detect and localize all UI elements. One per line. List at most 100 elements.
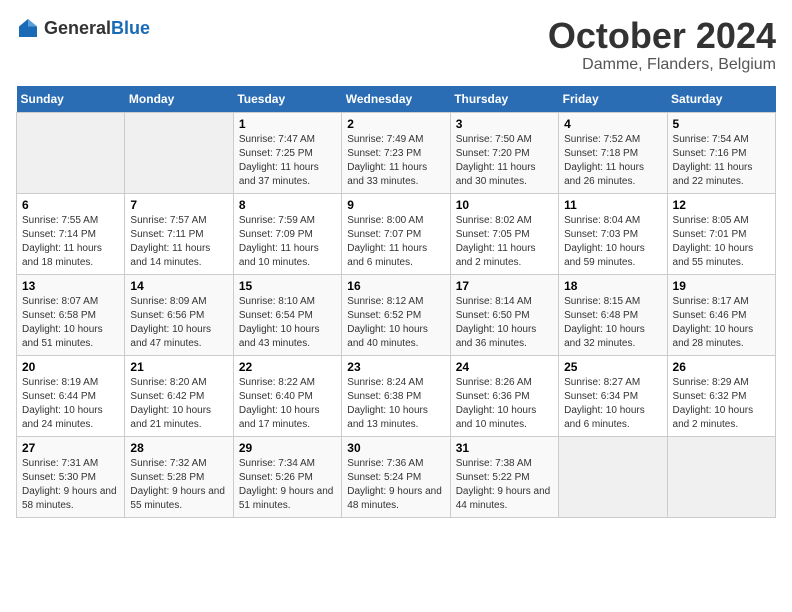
daylight-label: Daylight: 10 hours and 21 minutes. — [130, 405, 211, 430]
sunrise-label: Sunrise: 8:00 AM — [347, 215, 423, 226]
day-number: 5 — [673, 117, 770, 131]
sunrise-label: Sunrise: 8:12 AM — [347, 296, 423, 307]
day-info: Sunrise: 7:36 AM Sunset: 5:24 PM Dayligh… — [347, 457, 444, 513]
calendar-cell: 20 Sunrise: 8:19 AM Sunset: 6:44 PM Dayl… — [17, 355, 125, 436]
sunset-label: Sunset: 5:28 PM — [130, 472, 204, 483]
day-info: Sunrise: 7:55 AM Sunset: 7:14 PM Dayligh… — [22, 214, 119, 270]
day-info: Sunrise: 8:00 AM Sunset: 7:07 PM Dayligh… — [347, 214, 444, 270]
sunrise-label: Sunrise: 8:22 AM — [239, 377, 315, 388]
day-number: 22 — [239, 360, 336, 374]
calendar-cell: 15 Sunrise: 8:10 AM Sunset: 6:54 PM Dayl… — [233, 274, 341, 355]
daylight-label: Daylight: 10 hours and 6 minutes. — [564, 405, 645, 430]
sunrise-label: Sunrise: 8:05 AM — [673, 215, 749, 226]
calendar-cell: 12 Sunrise: 8:05 AM Sunset: 7:01 PM Dayl… — [667, 193, 775, 274]
sunset-label: Sunset: 7:11 PM — [130, 229, 203, 240]
calendar-cell: 31 Sunrise: 7:38 AM Sunset: 5:22 PM Dayl… — [450, 436, 558, 517]
calendar-cell: 6 Sunrise: 7:55 AM Sunset: 7:14 PM Dayli… — [17, 193, 125, 274]
sunrise-label: Sunrise: 8:07 AM — [22, 296, 98, 307]
day-number: 9 — [347, 198, 444, 212]
daylight-label: Daylight: 10 hours and 36 minutes. — [456, 324, 537, 349]
day-info: Sunrise: 8:07 AM Sunset: 6:58 PM Dayligh… — [22, 295, 119, 351]
sunset-label: Sunset: 6:44 PM — [22, 391, 96, 402]
calendar-cell — [667, 436, 775, 517]
day-number: 4 — [564, 117, 661, 131]
day-number: 24 — [456, 360, 553, 374]
calendar-cell: 1 Sunrise: 7:47 AM Sunset: 7:25 PM Dayli… — [233, 112, 341, 193]
day-number: 30 — [347, 441, 444, 455]
daylight-label: Daylight: 9 hours and 58 minutes. — [22, 486, 117, 511]
calendar-cell: 3 Sunrise: 7:50 AM Sunset: 7:20 PM Dayli… — [450, 112, 558, 193]
daylight-label: Daylight: 10 hours and 28 minutes. — [673, 324, 754, 349]
calendar-cell: 26 Sunrise: 8:29 AM Sunset: 6:32 PM Dayl… — [667, 355, 775, 436]
sunset-label: Sunset: 5:24 PM — [347, 472, 421, 483]
calendar-cell: 11 Sunrise: 8:04 AM Sunset: 7:03 PM Dayl… — [559, 193, 667, 274]
daylight-label: Daylight: 11 hours and 33 minutes. — [347, 162, 427, 187]
day-info: Sunrise: 7:49 AM Sunset: 7:23 PM Dayligh… — [347, 133, 444, 189]
sunrise-label: Sunrise: 7:57 AM — [130, 215, 206, 226]
sunrise-label: Sunrise: 8:02 AM — [456, 215, 532, 226]
sunset-label: Sunset: 6:54 PM — [239, 310, 313, 321]
sunset-label: Sunset: 6:56 PM — [130, 310, 204, 321]
calendar-week-row: 1 Sunrise: 7:47 AM Sunset: 7:25 PM Dayli… — [17, 112, 776, 193]
day-info: Sunrise: 7:34 AM Sunset: 5:26 PM Dayligh… — [239, 457, 336, 513]
day-number: 20 — [22, 360, 119, 374]
calendar-cell: 29 Sunrise: 7:34 AM Sunset: 5:26 PM Dayl… — [233, 436, 341, 517]
day-number: 16 — [347, 279, 444, 293]
page-title: October 2024 — [548, 16, 776, 56]
sunrise-label: Sunrise: 7:49 AM — [347, 134, 423, 145]
daylight-label: Daylight: 10 hours and 10 minutes. — [456, 405, 537, 430]
weekday-header: Friday — [559, 86, 667, 113]
daylight-label: Daylight: 11 hours and 26 minutes. — [564, 162, 644, 187]
sunrise-label: Sunrise: 8:29 AM — [673, 377, 749, 388]
sunrise-label: Sunrise: 8:17 AM — [673, 296, 749, 307]
sunset-label: Sunset: 6:50 PM — [456, 310, 530, 321]
day-info: Sunrise: 7:52 AM Sunset: 7:18 PM Dayligh… — [564, 133, 661, 189]
calendar-cell: 10 Sunrise: 8:02 AM Sunset: 7:05 PM Dayl… — [450, 193, 558, 274]
day-info: Sunrise: 8:09 AM Sunset: 6:56 PM Dayligh… — [130, 295, 227, 351]
day-info: Sunrise: 7:47 AM Sunset: 7:25 PM Dayligh… — [239, 133, 336, 189]
day-info: Sunrise: 7:59 AM Sunset: 7:09 PM Dayligh… — [239, 214, 336, 270]
calendar-cell: 19 Sunrise: 8:17 AM Sunset: 6:46 PM Dayl… — [667, 274, 775, 355]
day-number: 2 — [347, 117, 444, 131]
sunrise-label: Sunrise: 7:32 AM — [130, 458, 206, 469]
calendar-cell: 30 Sunrise: 7:36 AM Sunset: 5:24 PM Dayl… — [342, 436, 450, 517]
day-number: 25 — [564, 360, 661, 374]
calendar-cell: 28 Sunrise: 7:32 AM Sunset: 5:28 PM Dayl… — [125, 436, 233, 517]
day-info: Sunrise: 8:27 AM Sunset: 6:34 PM Dayligh… — [564, 376, 661, 432]
sunset-label: Sunset: 7:07 PM — [347, 229, 421, 240]
daylight-label: Daylight: 11 hours and 30 minutes. — [456, 162, 536, 187]
calendar-cell: 9 Sunrise: 8:00 AM Sunset: 7:07 PM Dayli… — [342, 193, 450, 274]
sunset-label: Sunset: 7:18 PM — [564, 148, 638, 159]
day-info: Sunrise: 8:20 AM Sunset: 6:42 PM Dayligh… — [130, 376, 227, 432]
sunrise-label: Sunrise: 8:14 AM — [456, 296, 532, 307]
daylight-label: Daylight: 10 hours and 24 minutes. — [22, 405, 103, 430]
day-info: Sunrise: 8:05 AM Sunset: 7:01 PM Dayligh… — [673, 214, 770, 270]
daylight-label: Daylight: 10 hours and 2 minutes. — [673, 405, 754, 430]
calendar-cell: 24 Sunrise: 8:26 AM Sunset: 6:36 PM Dayl… — [450, 355, 558, 436]
day-number: 26 — [673, 360, 770, 374]
sunrise-label: Sunrise: 8:26 AM — [456, 377, 532, 388]
daylight-label: Daylight: 11 hours and 22 minutes. — [673, 162, 753, 187]
calendar-cell: 25 Sunrise: 8:27 AM Sunset: 6:34 PM Dayl… — [559, 355, 667, 436]
day-info: Sunrise: 8:04 AM Sunset: 7:03 PM Dayligh… — [564, 214, 661, 270]
sunset-label: Sunset: 5:22 PM — [456, 472, 530, 483]
day-info: Sunrise: 8:22 AM Sunset: 6:40 PM Dayligh… — [239, 376, 336, 432]
day-info: Sunrise: 8:02 AM Sunset: 7:05 PM Dayligh… — [456, 214, 553, 270]
day-number: 31 — [456, 441, 553, 455]
sunrise-label: Sunrise: 7:59 AM — [239, 215, 315, 226]
day-number: 10 — [456, 198, 553, 212]
sunset-label: Sunset: 7:14 PM — [22, 229, 96, 240]
day-number: 28 — [130, 441, 227, 455]
sunset-label: Sunset: 6:38 PM — [347, 391, 421, 402]
page-subtitle: Damme, Flanders, Belgium — [548, 56, 776, 74]
sunrise-label: Sunrise: 7:34 AM — [239, 458, 315, 469]
sunrise-label: Sunrise: 8:19 AM — [22, 377, 98, 388]
day-info: Sunrise: 8:24 AM Sunset: 6:38 PM Dayligh… — [347, 376, 444, 432]
daylight-label: Daylight: 10 hours and 47 minutes. — [130, 324, 211, 349]
sunset-label: Sunset: 5:26 PM — [239, 472, 313, 483]
calendar-cell: 27 Sunrise: 7:31 AM Sunset: 5:30 PM Dayl… — [17, 436, 125, 517]
sunrise-label: Sunrise: 8:27 AM — [564, 377, 640, 388]
calendar-cell: 5 Sunrise: 7:54 AM Sunset: 7:16 PM Dayli… — [667, 112, 775, 193]
day-number: 8 — [239, 198, 336, 212]
daylight-label: Daylight: 10 hours and 55 minutes. — [673, 243, 754, 268]
